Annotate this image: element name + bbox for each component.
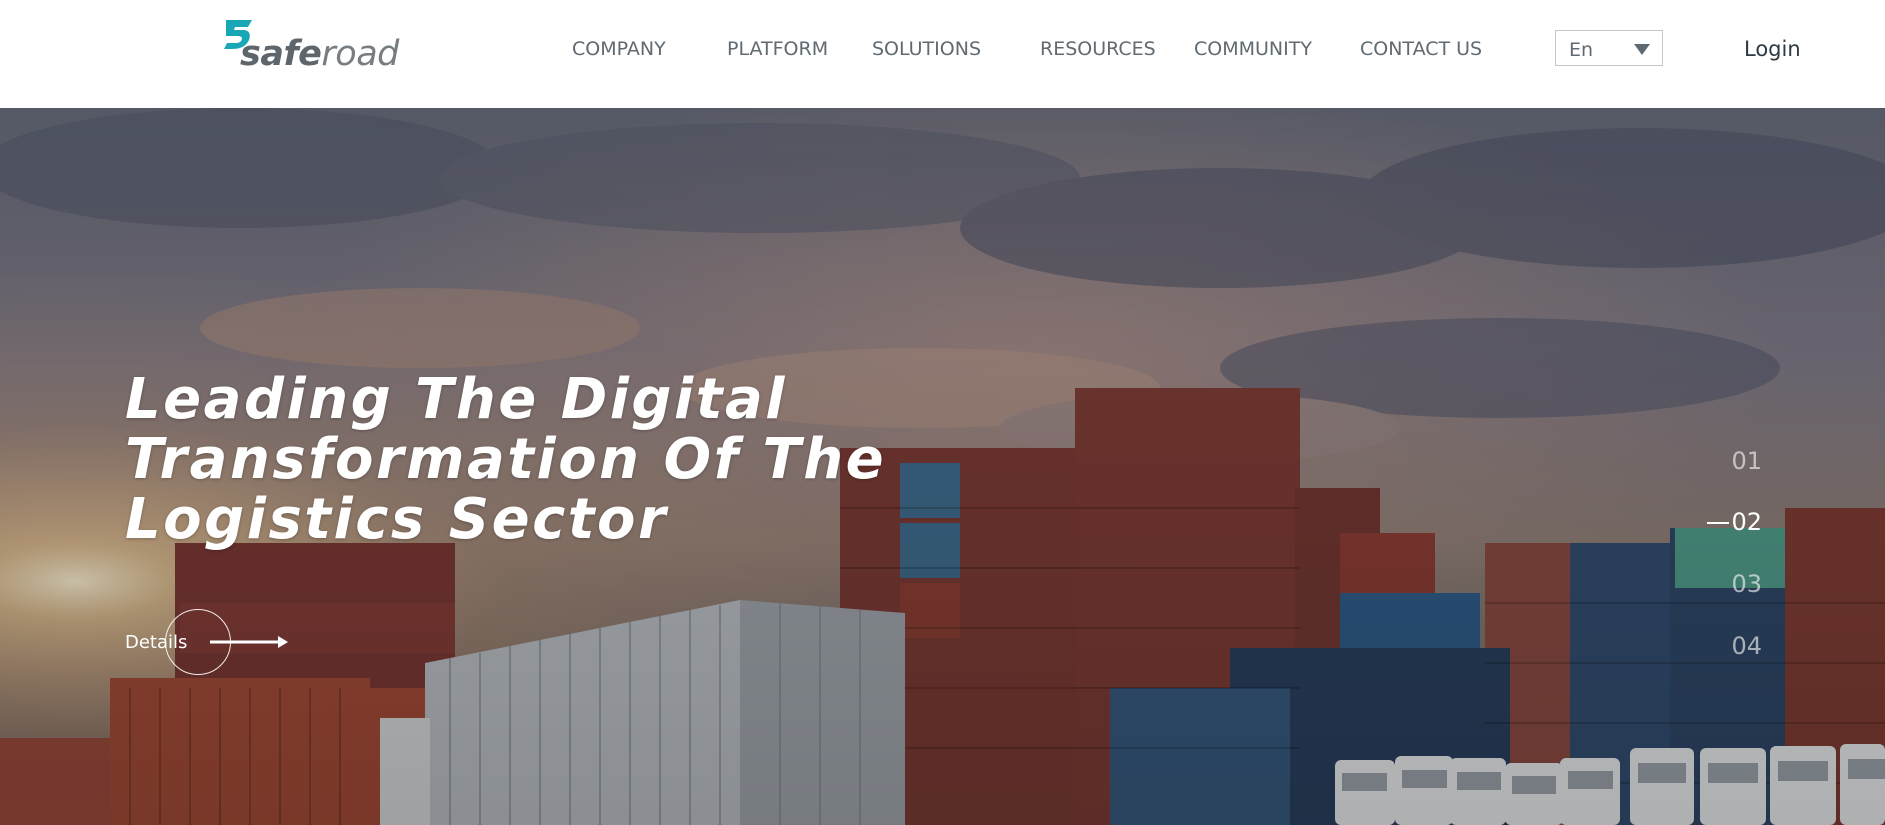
site-header: saferoad COMPANY PLATFORM SOLUTIONS RESO… — [0, 0, 1885, 108]
slide-number-03[interactable]: 03 — [1731, 570, 1762, 598]
caret-down-icon — [1634, 44, 1650, 55]
nav-contact-us[interactable]: CONTACT US — [1360, 37, 1482, 61]
saferoad-logo[interactable]: saferoad — [222, 18, 399, 80]
language-value: En — [1569, 39, 1594, 61]
login-link[interactable]: Login — [1744, 36, 1801, 62]
details-button[interactable]: Details — [125, 608, 295, 678]
slide-number-04[interactable]: 04 — [1731, 632, 1762, 660]
arrow-right-icon — [210, 636, 288, 648]
hero-title: Leading The Digital Transformation Of Th… — [125, 367, 887, 552]
slide-number-01[interactable]: 01 — [1731, 447, 1762, 475]
nav-solutions[interactable]: SOLUTIONS — [872, 37, 981, 61]
logo-wordmark: saferoad — [240, 34, 399, 74]
slide-number-02[interactable]: 02 — [1731, 508, 1762, 536]
hero-banner: Leading The Digital Transformation Of Th… — [0, 108, 1885, 825]
logo-text-road: road — [321, 34, 399, 74]
nav-company[interactable]: COMPANY — [572, 37, 666, 61]
nav-platform[interactable]: PLATFORM — [727, 37, 828, 61]
nav-resources[interactable]: RESOURCES — [1040, 37, 1156, 61]
nav-community[interactable]: COMMUNITY — [1194, 37, 1312, 61]
language-select[interactable]: En — [1555, 30, 1663, 66]
active-slide-indicator — [1707, 522, 1729, 524]
logo-text-safe: safe — [240, 34, 322, 74]
